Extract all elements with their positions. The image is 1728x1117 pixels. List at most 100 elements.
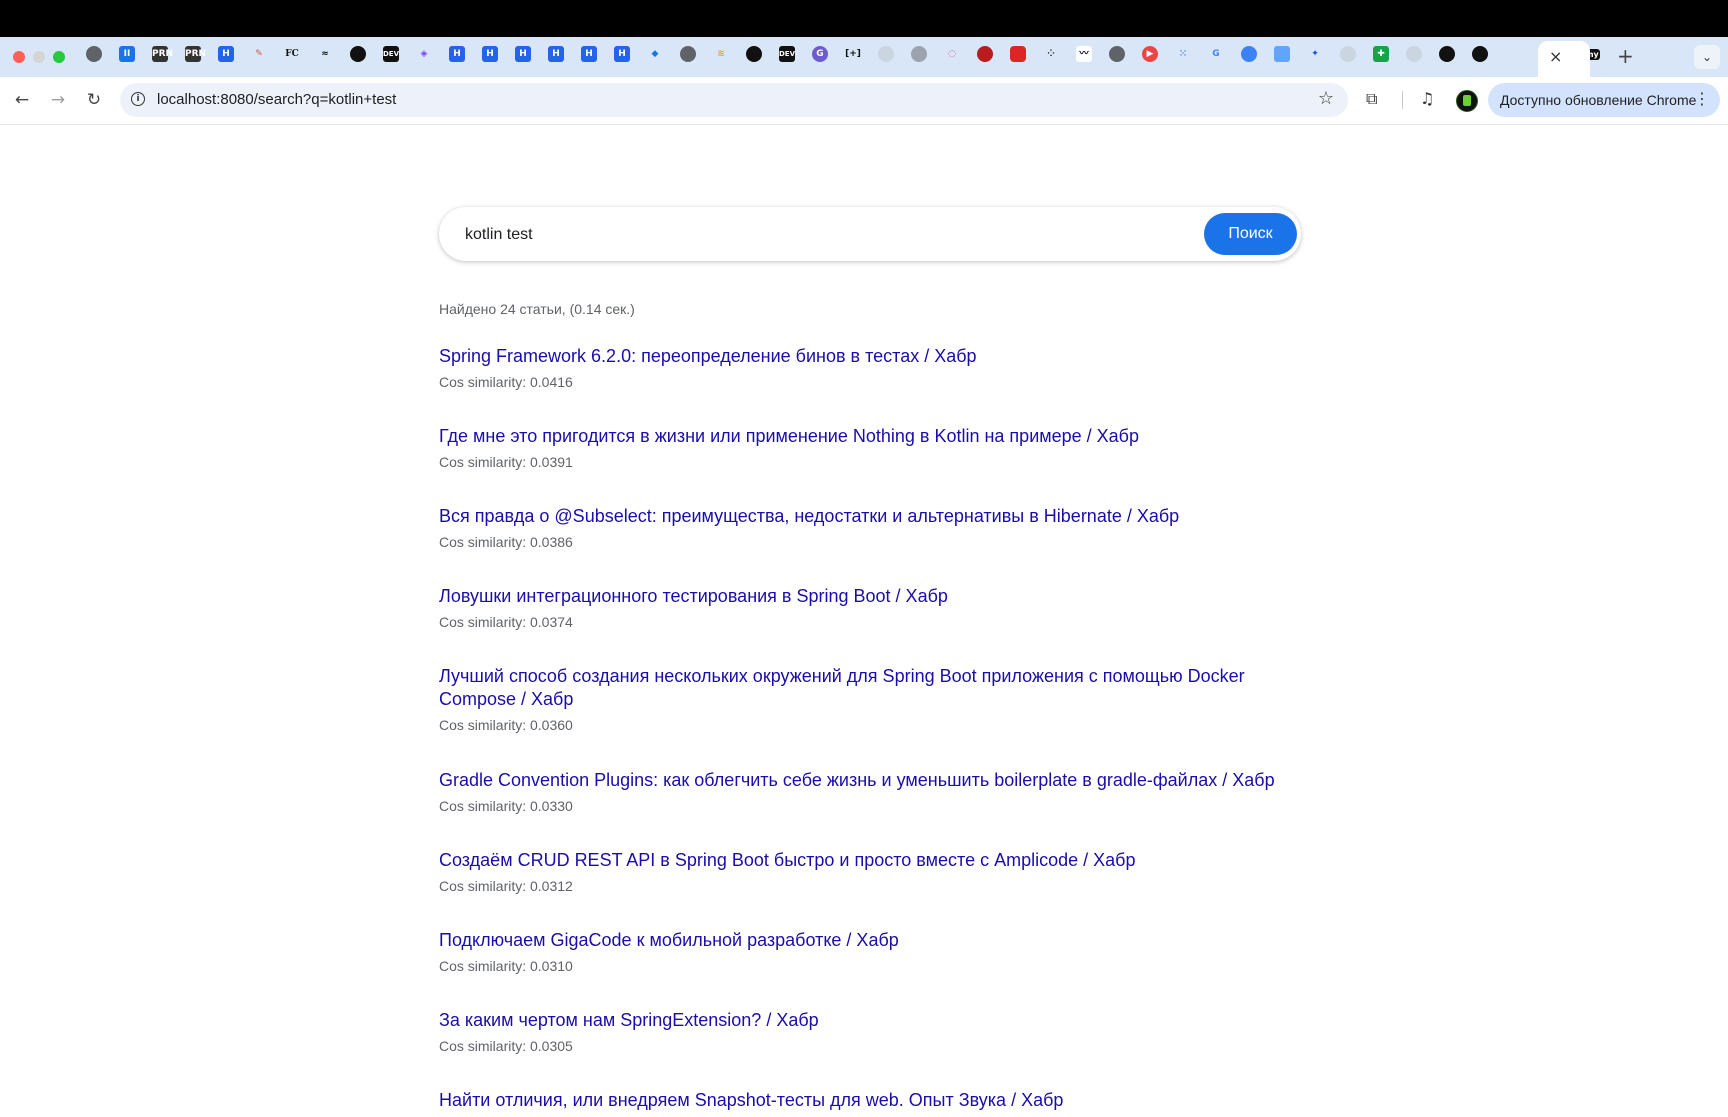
back-button[interactable]: ← [9, 87, 35, 113]
tab-strip: II PRN PRN H ✎ FC ≈ DEV ◈ H H H H H H ◆ … [0, 37, 1728, 77]
result-item: Найти отличия, или внедряем Snapshot-тес… [439, 1089, 1299, 1112]
tab-github-icon[interactable] [1406, 46, 1422, 62]
result-title-link[interactable]: Где мне это пригодится в жизни или приме… [439, 425, 1299, 448]
result-title-link[interactable]: Ловушки интеграционного тестирования в S… [439, 585, 1299, 608]
tab-chart-icon[interactable]: ≈ [317, 46, 333, 62]
result-score: Cos similarity: 0.0310 [439, 958, 573, 974]
result-title-link[interactable]: За каким чертом нам SpringExtension? / Х… [439, 1009, 1299, 1032]
tab-github-icon[interactable] [1340, 46, 1356, 62]
toolbar-divider [1402, 91, 1403, 109]
tab-globe-icon[interactable] [1109, 46, 1125, 62]
result-item: За каким чертом нам SpringExtension? / Х… [439, 1009, 1299, 1054]
tab-layers-icon[interactable]: ◆ [647, 46, 663, 62]
profile-avatar[interactable] [1456, 90, 1478, 112]
result-item: Ловушки интеграционного тестирования в S… [439, 585, 1299, 630]
result-score: Cos similarity: 0.0360 [439, 717, 573, 733]
result-item: Spring Framework 6.2.0: переопределение … [439, 345, 1299, 390]
tab-bag-icon[interactable] [977, 46, 993, 62]
tab-spinner-icon[interactable]: ◌ [944, 46, 960, 62]
new-tab-button[interactable]: + [1617, 44, 1634, 68]
tab-github-icon[interactable] [746, 46, 762, 62]
result-stats: Найдено 24 статьи, (0.14 сек.) [439, 301, 635, 317]
result-title-link[interactable]: Подключаем GigaCode к мобильной разработ… [439, 929, 1299, 952]
close-tab-icon[interactable]: × [1549, 47, 1562, 66]
tab-fc-icon[interactable]: FC [284, 46, 300, 62]
tab-globe-icon[interactable] [911, 46, 927, 62]
tab-g-icon[interactable]: G [812, 46, 828, 62]
search-input[interactable] [463, 219, 1167, 251]
tab-dev-icon[interactable]: DEV [383, 46, 399, 62]
result-item: Где мне это пригодится в жизни или приме… [439, 425, 1299, 470]
tab-h-icon[interactable]: H [482, 46, 498, 62]
window-titlebar [0, 0, 1728, 37]
tab-search-button[interactable]: ⌄ [1694, 45, 1720, 69]
result-title-link[interactable]: Вся правда о @Subselect: преимущества, н… [439, 505, 1299, 528]
tab-google-icon[interactable]: G [1208, 46, 1224, 62]
tab-globe-icon[interactable] [680, 46, 696, 62]
tab-pause-icon[interactable]: II [119, 46, 135, 62]
tab-wave-icon[interactable]: 〰 [1076, 46, 1092, 62]
reload-button[interactable]: ↻ [81, 87, 107, 113]
chrome-update-label: Доступно обновление Chrome [1500, 92, 1697, 108]
result-title-link[interactable]: Найти отличия, или внедряем Snapshot-тес… [439, 1089, 1299, 1112]
result-score: Cos similarity: 0.0330 [439, 798, 573, 814]
tab-openai-icon[interactable] [1472, 46, 1488, 62]
result-title-link[interactable]: Лучший способ создания нескольких окруже… [439, 665, 1299, 711]
result-title-link[interactable]: Создаём CRUD REST API в Spring Boot быст… [439, 849, 1299, 872]
result-score: Cos similarity: 0.0386 [439, 534, 573, 550]
active-tab[interactable] [1538, 41, 1590, 77]
zoom-window-button[interactable] [53, 51, 65, 63]
result-item: Вся правда о @Subselect: преимущества, н… [439, 505, 1299, 550]
tab-play-icon[interactable]: ▶ [1142, 46, 1158, 62]
browser-toolbar: ← → ↻ i localhost:8080/search?q=kotlin+t… [0, 77, 1728, 125]
tab-dots-icon[interactable]: ⁘ [1043, 46, 1059, 62]
result-score: Cos similarity: 0.0312 [439, 878, 573, 894]
tab-dev-icon[interactable]: DEV [779, 46, 795, 62]
result-title-link[interactable]: Spring Framework 6.2.0: переопределение … [439, 345, 1299, 368]
tab-prn-icon[interactable]: PRN [152, 46, 173, 62]
result-score: Cos similarity: 0.0305 [439, 1038, 573, 1054]
chrome-update-button[interactable]: Доступно обновление Chrome ⋮ [1488, 83, 1720, 117]
result-item: Создаём CRUD REST API в Spring Boot быст… [439, 849, 1299, 894]
extensions-icon[interactable]: ⧉ [1366, 89, 1377, 109]
result-score: Cos similarity: 0.0416 [439, 374, 573, 390]
search-button[interactable]: Поиск [1204, 213, 1297, 255]
site-info-icon[interactable]: i [131, 92, 145, 106]
result-item: Подключаем GigaCode к мобильной разработ… [439, 929, 1299, 974]
bookmark-star-icon[interactable]: ☆ [1318, 88, 1334, 109]
result-score: Cos similarity: 0.0374 [439, 614, 573, 630]
tab-github-icon[interactable] [1439, 46, 1455, 62]
menu-dots-icon[interactable]: ⋮ [1694, 89, 1710, 108]
close-window-button[interactable] [13, 51, 25, 63]
tab-prn-icon[interactable]: PRN [185, 46, 206, 62]
tab-h-icon[interactable]: H [515, 46, 531, 62]
minimize-window-button[interactable] [33, 51, 45, 63]
tab-github-icon[interactable] [350, 46, 366, 62]
tab-github-icon[interactable] [878, 46, 894, 62]
result-item: Лучший способ создания нескольких окруже… [439, 665, 1299, 733]
tab-globe-icon[interactable] [86, 46, 102, 62]
result-score: Cos similarity: 0.0391 [439, 454, 573, 470]
tab-h-icon[interactable]: H [614, 46, 630, 62]
result-title-link[interactable]: Gradle Convention Plugins: как облегчить… [439, 769, 1299, 792]
tab-h-icon[interactable]: H [548, 46, 564, 62]
address-bar[interactable]: i localhost:8080/search?q=kotlin+test ☆ [120, 83, 1348, 117]
tab-pen-icon[interactable]: ✎ [251, 46, 267, 62]
address-text[interactable]: localhost:8080/search?q=kotlin+test [157, 91, 396, 108]
forward-button[interactable]: → [45, 87, 71, 113]
tab-h-icon[interactable]: H [449, 46, 465, 62]
tab-chat-icon[interactable] [1241, 46, 1257, 62]
tab-car-icon[interactable] [1010, 46, 1026, 62]
tab-stack-icon[interactable]: ≋ [713, 46, 729, 62]
search-box: Поиск [439, 207, 1301, 261]
tab-bracket-icon[interactable]: [+] [845, 46, 861, 62]
tab-sheets-icon[interactable]: ✚ [1373, 46, 1389, 62]
result-item: Gradle Convention Plugins: как облегчить… [439, 769, 1299, 814]
tab-h-icon[interactable]: H [218, 46, 234, 62]
tab-h-icon[interactable]: H [581, 46, 597, 62]
tab-grid-icon[interactable]: ⁙ [1175, 46, 1191, 62]
tab-diamond-icon[interactable]: ◈ [416, 46, 432, 62]
media-control-icon[interactable]: ♫ [1420, 89, 1434, 108]
tab-bird-icon[interactable]: ✦ [1307, 46, 1323, 62]
tab-puzzle-icon[interactable] [1274, 46, 1290, 62]
